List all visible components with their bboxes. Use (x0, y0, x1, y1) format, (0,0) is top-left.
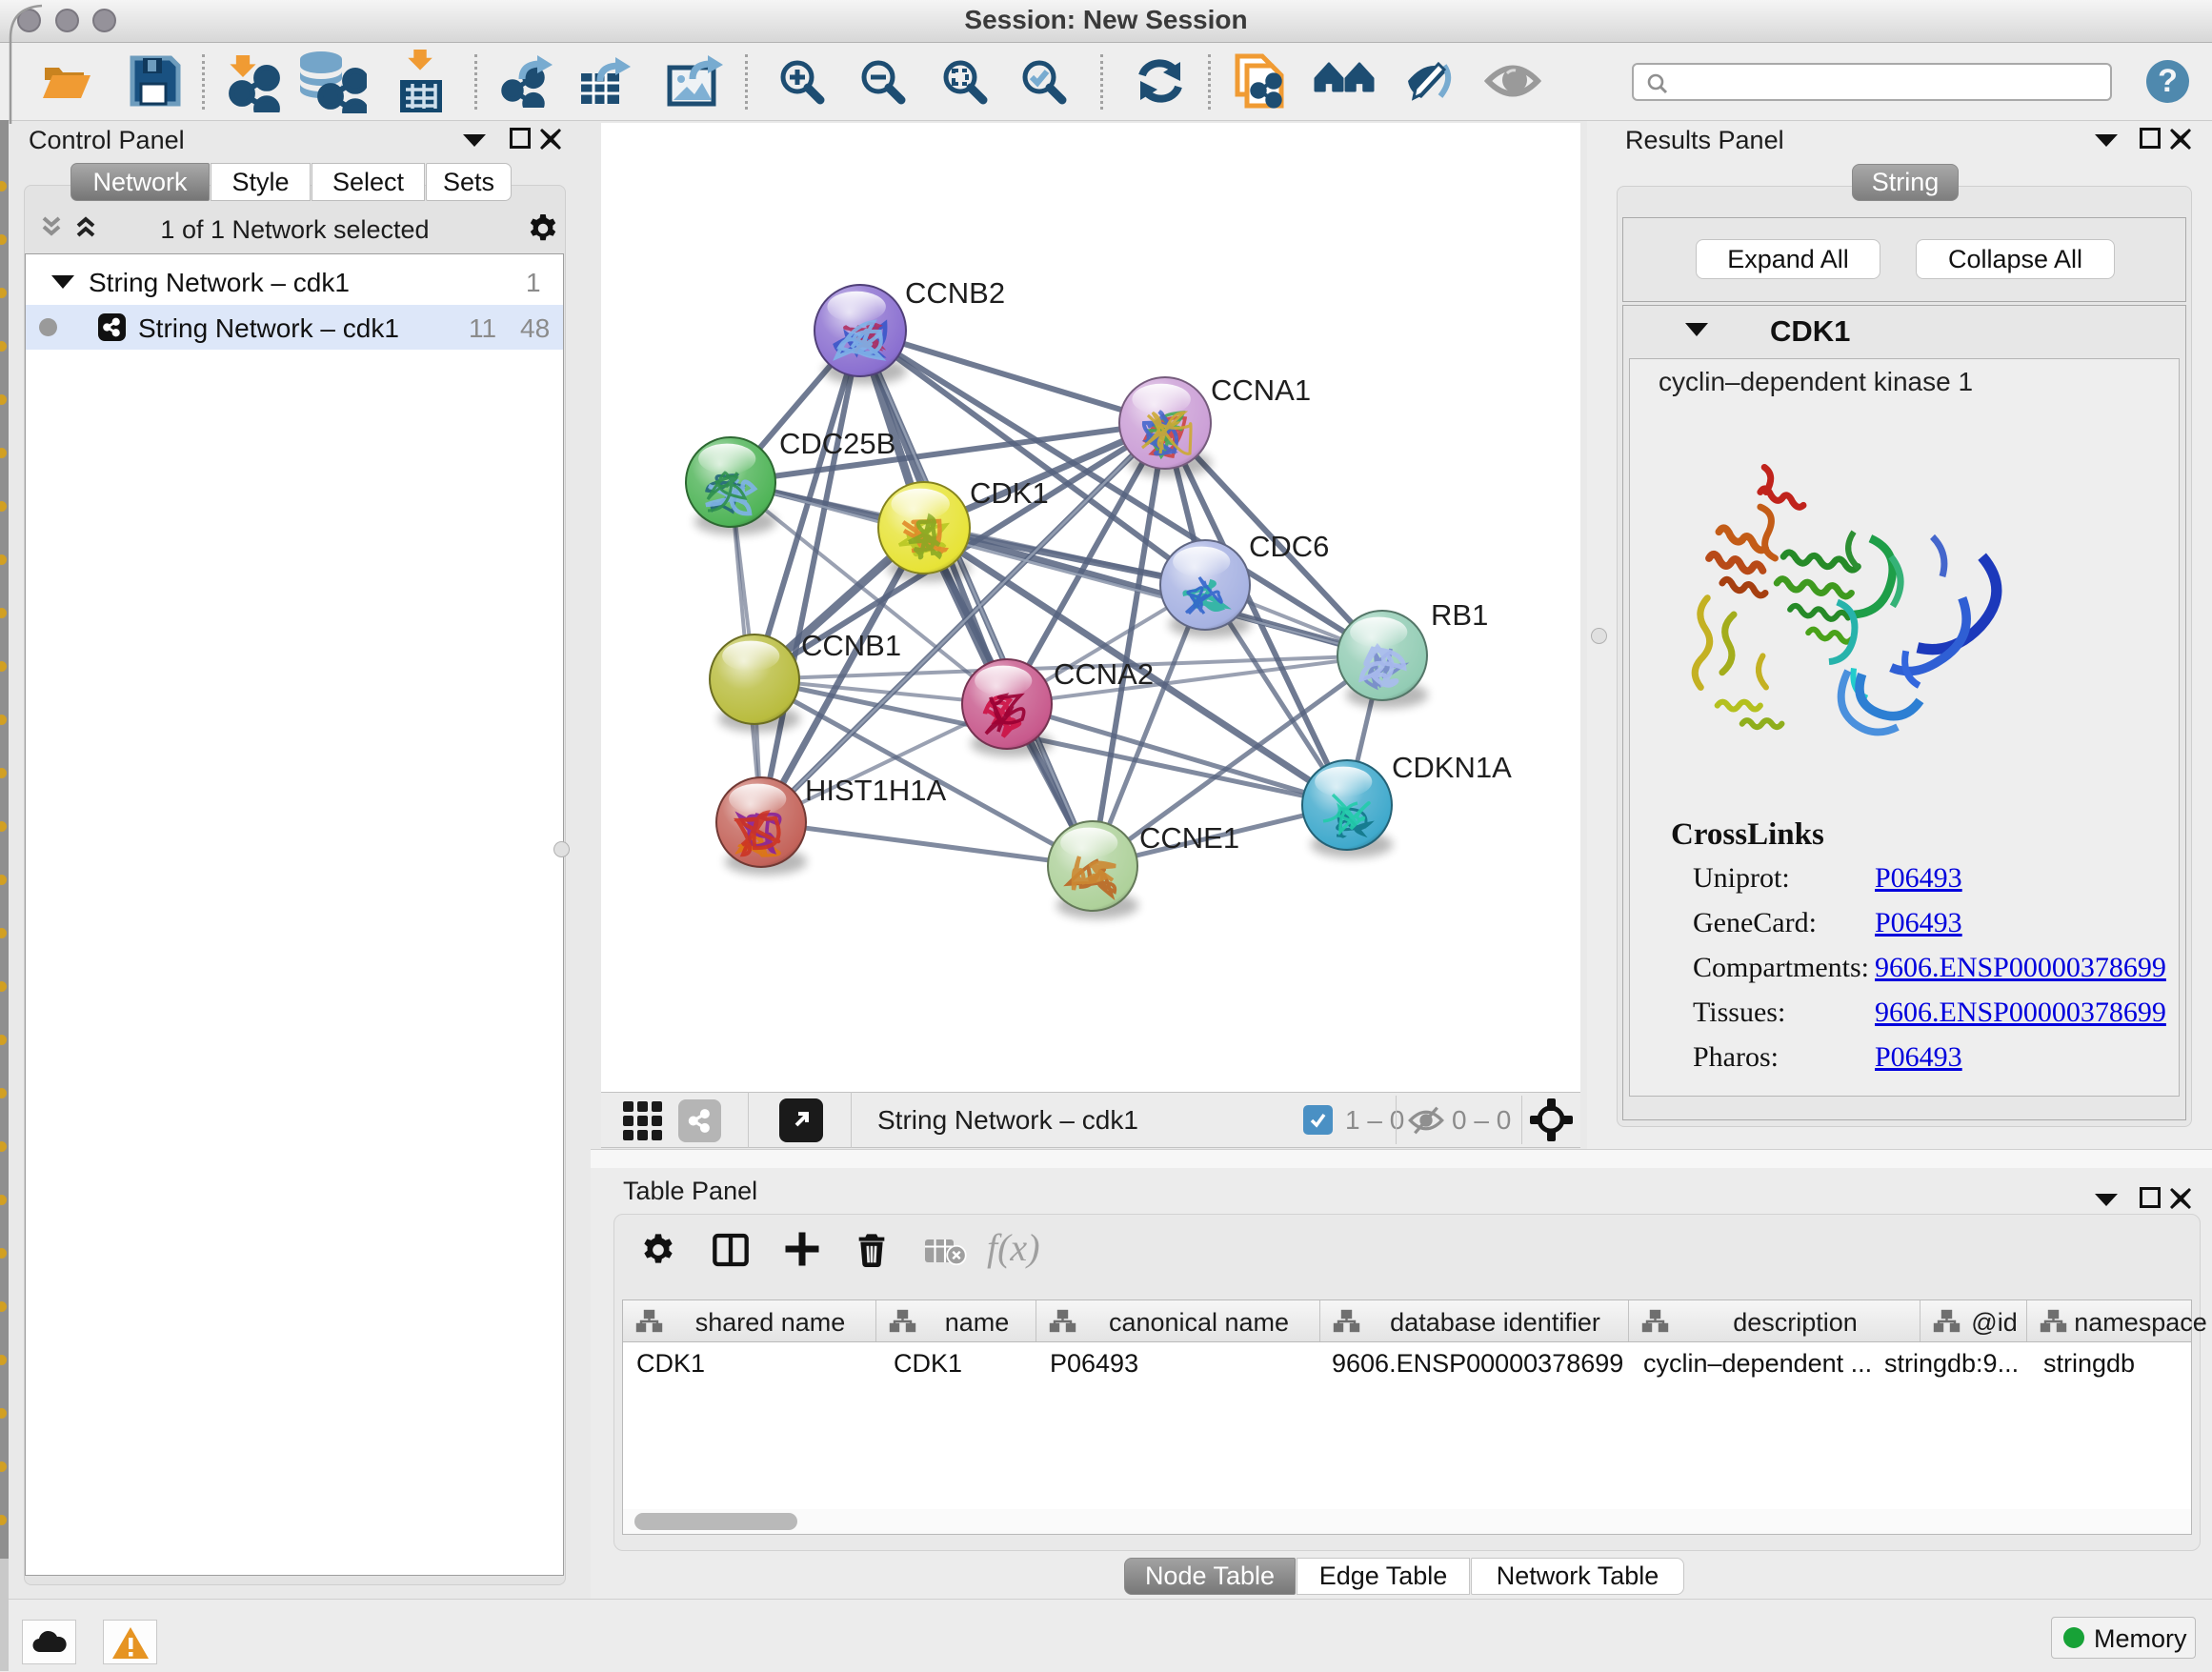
svg-text:HIST1H1A: HIST1H1A (805, 774, 946, 807)
svg-text:CCNB2: CCNB2 (905, 276, 1005, 310)
svg-text:CCNA2: CCNA2 (1054, 657, 1154, 691)
svg-text:CCNB1: CCNB1 (801, 629, 901, 662)
svg-text:RB1: RB1 (1431, 598, 1488, 632)
svg-text:CDC25B: CDC25B (779, 427, 895, 460)
svg-text:CCNE1: CCNE1 (1139, 821, 1239, 855)
svg-text:CDC6: CDC6 (1249, 530, 1329, 563)
svg-text:CDKN1A: CDKN1A (1392, 751, 1512, 784)
svg-text:CDK1: CDK1 (970, 476, 1049, 510)
svg-text:CCNA1: CCNA1 (1211, 373, 1311, 407)
